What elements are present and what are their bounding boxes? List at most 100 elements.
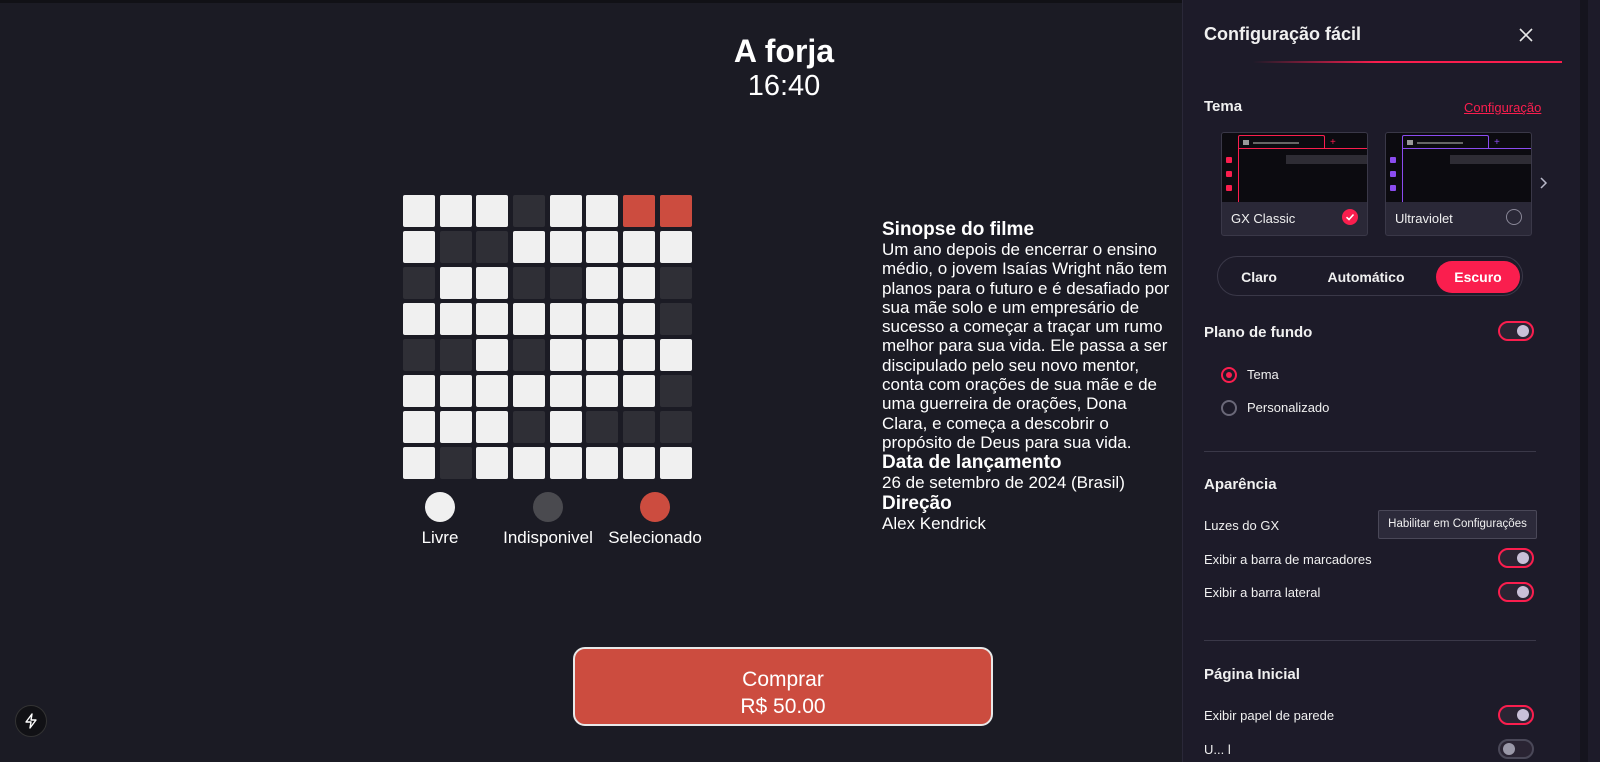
seat-livre[interactable] [586,375,619,407]
wallpaper-label: Exibir papel de parede [1204,708,1335,723]
seat-indisponivel [513,267,546,299]
seat-livre[interactable] [476,195,509,227]
seat-livre[interactable] [659,339,692,371]
seat-livre[interactable] [439,411,472,443]
buy-button-label: Comprar [742,667,824,691]
seat-indisponivel [659,267,692,299]
seat-livre[interactable] [439,267,472,299]
theme-card-gx-classic[interactable]: + GX Classic [1221,132,1368,236]
appearance-label: Aparência [1204,476,1277,493]
divider [1204,451,1536,452]
seat-livre[interactable] [586,195,619,227]
seat-livre[interactable] [659,231,692,263]
seat-livre[interactable] [403,231,435,263]
seat-livre[interactable] [476,303,509,335]
mode-claro[interactable]: Claro [1224,261,1294,293]
wallpaper-toggle[interactable] [1498,705,1534,725]
bookmarks-bar-toggle[interactable] [1498,548,1534,568]
seat-indisponivel [403,267,435,299]
seat-livre[interactable] [623,303,656,335]
seat-indisponivel [513,339,546,371]
theme-card-ultraviolet[interactable]: + Ultraviolet [1385,132,1532,236]
partial-setting-toggle[interactable] [1498,739,1534,759]
buy-button[interactable]: Comprar R$ 50.00 [573,647,993,726]
seat-livre[interactable] [439,195,472,227]
seat-livre[interactable] [403,411,435,443]
legend-livre-dot [425,492,455,522]
bookmarks-bar-label: Exibir a barra de marcadores [1204,552,1372,567]
seat-livre[interactable] [549,411,582,443]
seat-livre[interactable] [586,447,619,479]
seat-livre[interactable] [513,303,546,335]
seat-livre[interactable] [403,303,435,335]
seat-livre[interactable] [476,339,509,371]
partial-setting-label: U... l [1204,742,1231,757]
seat-livre[interactable] [586,303,619,335]
synopsis-heading: Sinopse do filme [882,219,1035,240]
bolt-icon[interactable] [15,705,47,737]
buy-button-price: R$ 50.00 [740,694,826,718]
seat-livre[interactable] [403,375,435,407]
legend-livre: Livre [414,492,466,548]
radio-personalizado[interactable] [1221,400,1237,416]
seat-livre[interactable] [513,231,546,263]
close-icon[interactable] [1515,24,1537,46]
seat-livre[interactable] [549,375,582,407]
theme-name: GX Classic [1231,211,1296,226]
seat-livre[interactable] [513,375,546,407]
seat-livre[interactable] [549,447,582,479]
seat-livre[interactable] [623,267,656,299]
seat-livre[interactable] [476,267,509,299]
seat-livre[interactable] [549,195,582,227]
chevron-right-icon[interactable] [1538,176,1548,195]
legend-selecionado-label: Selecionado [608,528,702,547]
seat-livre[interactable] [439,375,472,407]
panel-scrollbar[interactable] [1580,0,1588,762]
seat-livre[interactable] [403,195,435,227]
seat-livre[interactable] [439,303,472,335]
seat-livre[interactable] [623,339,656,371]
seat-selecionado[interactable] [659,195,692,227]
seat-livre[interactable] [586,267,619,299]
seat-livre[interactable] [549,231,582,263]
director-heading: Direção [882,492,952,514]
seat-livre[interactable] [623,447,656,479]
seat-livre[interactable] [623,375,656,407]
seat-livre[interactable] [476,411,509,443]
config-link[interactable]: Configuração [1464,100,1541,115]
seat-livre[interactable] [549,339,582,371]
theme-preview: + [1222,133,1367,202]
seat-livre[interactable] [586,339,619,371]
legend-livre-label: Livre [421,528,459,547]
background-label: Plano de fundo [1204,324,1313,341]
seat-livre[interactable] [659,447,692,479]
legend-selecionado-dot [640,492,670,522]
release-date: 26 de setembro de 2024 (Brasil) [882,473,1125,493]
mode-escuro[interactable]: Escuro [1436,261,1520,293]
theme-name: Ultraviolet [1395,211,1453,226]
seat-livre[interactable] [403,447,435,479]
sidebar-toggle[interactable] [1498,582,1534,602]
theme-preview: + [1386,133,1531,202]
seat-indisponivel [476,231,509,263]
radio-personalizado-label: Personalizado [1247,400,1330,415]
enable-gx-lights-button[interactable]: Habilitar em Configurações [1378,510,1537,539]
panel-title: Configuração fácil [1204,24,1362,44]
seat-livre[interactable] [476,447,509,479]
seat-selecionado[interactable] [623,195,656,227]
seat-livre[interactable] [513,447,546,479]
seat-indisponivel [513,411,546,443]
panel-scrollbar-track[interactable] [1562,0,1600,762]
seat-indisponivel [659,303,692,335]
seat-livre[interactable] [549,303,582,335]
seat-livre[interactable] [586,231,619,263]
seat-livre[interactable] [476,375,509,407]
easy-setup-panel: Configuração fácil Tema Configuração + G… [1182,0,1563,762]
title-underline [1253,61,1563,63]
seat-indisponivel [513,195,546,227]
background-toggle[interactable] [1498,321,1534,341]
seat-livre[interactable] [623,231,656,263]
seat-indisponivel [549,267,582,299]
mode-automatico[interactable]: Automático [1310,261,1422,293]
radio-tema[interactable] [1221,367,1237,383]
